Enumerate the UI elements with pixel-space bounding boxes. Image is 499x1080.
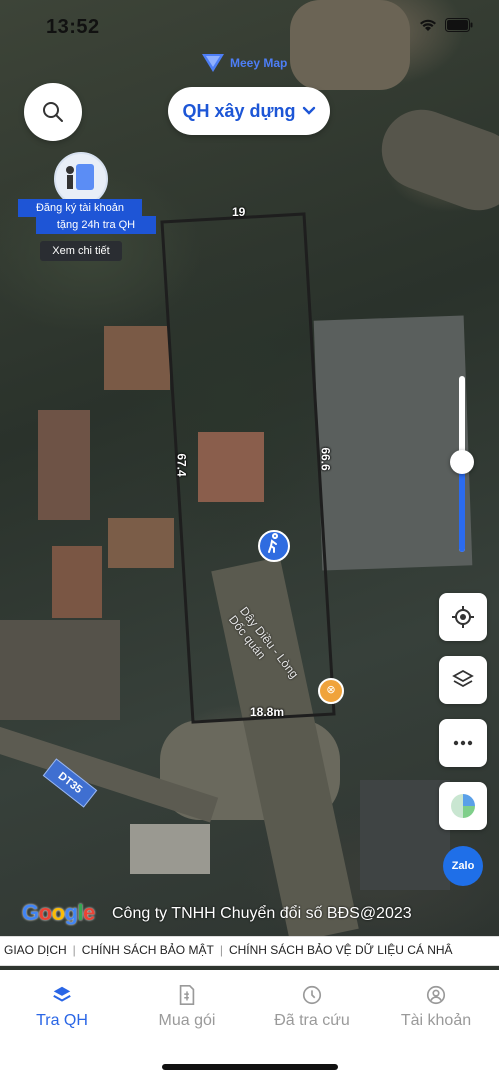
location-marker[interactable] (258, 530, 290, 562)
parcel-bottom-dimension: 18.8m (250, 705, 285, 719)
status-bar: 13:52 (0, 0, 499, 52)
tab-label: Mua gói (158, 1012, 216, 1029)
more-button[interactable] (439, 719, 487, 767)
battery-icon (445, 18, 473, 32)
zalo-button[interactable]: Zalo (443, 846, 483, 886)
copyright-text: Công ty TNHH Chuyển đổi số BĐS@2023 (112, 905, 412, 922)
status-icons (419, 18, 473, 32)
tab-label: Đã tra cứu (274, 1012, 350, 1029)
tab-tra-qh[interactable]: Tra QH (0, 982, 124, 1030)
walker-icon (268, 533, 278, 553)
promo-illustration-icon (54, 152, 108, 206)
status-time: 13:52 (46, 16, 100, 38)
layers-button[interactable] (439, 656, 487, 704)
tab-da-tra-cuu[interactable]: Đã tra cứu (250, 982, 374, 1030)
clock-icon (302, 985, 322, 1005)
tab-label: Tài khoản (400, 1012, 472, 1029)
chevron-down-icon (302, 106, 315, 115)
policy-link[interactable]: CHÍNH SÁCH BẢO VỆ DỮ LIỆU CÁ NHÂ (229, 943, 453, 957)
promo-line-1: Đăng ký tài khoản (18, 199, 142, 217)
map-canvas[interactable]: 19 67.4 66.6 18.8m Dây Diều - Lòng Dốc q… (0, 0, 499, 940)
promo-detail-button[interactable]: Xem chi tiết (40, 241, 122, 261)
search-button[interactable] (24, 83, 82, 141)
more-icon (453, 740, 473, 746)
separator: | (72, 943, 76, 957)
planning-layer-dropdown[interactable]: QH xây dựng (168, 87, 330, 135)
invoice-icon (179, 985, 195, 1005)
crosshair-icon (452, 606, 474, 628)
promo-line-2: tặng 24h tra QH (36, 216, 156, 234)
zoom-slider-fill (459, 462, 465, 552)
brand-logo: Meey Map (200, 52, 287, 74)
google-logo: Google (22, 900, 95, 925)
planning-layer-label: QH xây dựng (182, 100, 296, 121)
brand-name: Meey Map (230, 56, 288, 70)
layers-stack-icon (53, 986, 71, 1002)
zoom-slider-handle[interactable] (450, 450, 474, 474)
tab-mua-goi[interactable]: Mua gói (125, 982, 249, 1030)
pie-chart-icon (451, 794, 475, 818)
parcel-left-dimension: 67.4 (174, 453, 189, 477)
policy-links-bar: N GIAO DỊCH | CHÍNH SÁCH BẢO MẬT | CHÍNH SÁC… (0, 936, 499, 966)
separator: | (219, 943, 223, 957)
user-circle-icon (426, 985, 446, 1005)
home-indicator (162, 1064, 338, 1070)
layers-icon (452, 669, 474, 688)
wifi-icon (420, 19, 436, 31)
parcel-right-dimension: 66.6 (318, 447, 333, 471)
locate-button[interactable] (439, 593, 487, 641)
tab-tai-khoan[interactable]: Tài khoản (374, 982, 498, 1030)
tab-label: Tra QH (36, 1012, 88, 1029)
policy-link[interactable]: N GIAO DỊCH (0, 943, 67, 957)
chart-button[interactable] (439, 782, 487, 830)
poi-food-icon[interactable]: ⊗ (318, 678, 344, 704)
parcel-top-dimension: 19 (232, 205, 246, 219)
policy-link[interactable]: CHÍNH SÁCH BẢO MẬT (82, 943, 214, 957)
search-icon (43, 102, 63, 122)
brand-mark-icon (202, 54, 224, 72)
